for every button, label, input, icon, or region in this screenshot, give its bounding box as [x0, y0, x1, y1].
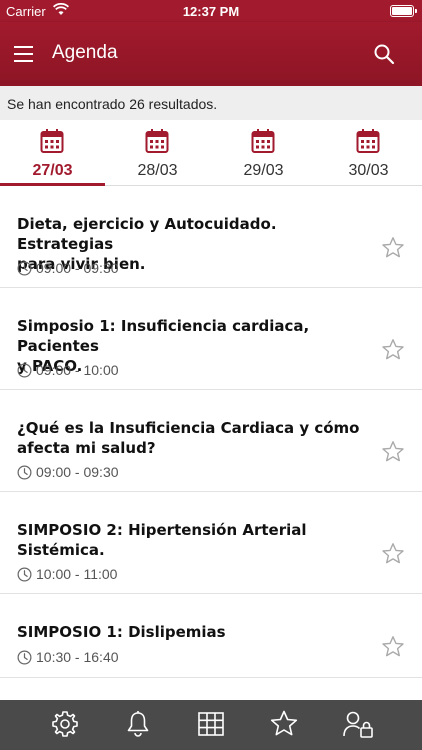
clock-icon: [17, 363, 32, 378]
tab-date-label: 28/03: [137, 162, 178, 179]
session-list: Dieta, ejercicio y Autocuidado. Estrateg…: [0, 186, 422, 700]
hamburger-menu-icon[interactable]: [12, 42, 36, 66]
status-bar: Carrier 12:37 PM: [0, 0, 422, 22]
session-item[interactable]: SIMPOSIO 1: Dislipemias 10:30 - 16:40: [0, 594, 422, 678]
session-item[interactable]: ¿Qué es la Insuficiencia Cardiaca y cómo…: [0, 390, 422, 492]
gear-icon[interactable]: [50, 709, 80, 739]
clock-icon: [17, 567, 32, 582]
tab-date-27-03[interactable]: 27/03: [0, 120, 105, 186]
calendar-icon: [145, 129, 169, 153]
session-title: SIMPOSIO 2: Hipertensión Arterial Sistémi…: [17, 521, 307, 559]
results-count: Se han encontrado 26 resultados.: [0, 86, 422, 120]
bell-icon[interactable]: [123, 709, 153, 739]
session-title: SIMPOSIO 1: Dislipemias: [17, 623, 226, 641]
session-time: 09:00 - 09:30: [17, 260, 119, 276]
favorite-star-icon[interactable]: [381, 440, 405, 464]
calendar-icon: [251, 129, 275, 153]
grid-icon[interactable]: [196, 709, 226, 739]
user-lock-icon[interactable]: [342, 709, 373, 739]
tab-date-29-03[interactable]: 29/03: [211, 120, 316, 186]
star-icon[interactable]: [269, 709, 299, 739]
clock-icon: [17, 650, 32, 665]
clock-icon: [17, 465, 32, 480]
clock-icon: [17, 261, 32, 276]
session-time: 10:00 - 11:00: [17, 566, 117, 582]
bottom-tab-bar: [0, 700, 422, 750]
session-time: 10:30 - 16:40: [17, 649, 119, 665]
session-title: ¿Qué es la Insuficiencia Cardiaca y cómo…: [17, 419, 360, 457]
session-item[interactable]: Simposio 1: Insuficiencia cardiaca, Paci…: [0, 288, 422, 390]
session-time: 09:00 - 10:00: [17, 362, 119, 378]
tab-date-label: 30/03: [348, 162, 389, 179]
clock-label: 12:37 PM: [182, 4, 240, 19]
tab-date-30-03[interactable]: 30/03: [316, 120, 421, 186]
battery-icon: [390, 5, 417, 17]
tab-date-label: 27/03: [32, 162, 73, 179]
favorite-star-icon[interactable]: [381, 338, 405, 362]
favorite-star-icon[interactable]: [381, 236, 405, 260]
favorite-star-icon[interactable]: [381, 635, 405, 659]
session-item[interactable]: Dieta, ejercicio y Autocuidado. Estrateg…: [0, 186, 422, 288]
search-icon[interactable]: [372, 42, 396, 66]
session-item[interactable]: SIMPOSIO 2: Hipertensión Arterial Sistémi…: [0, 492, 422, 594]
date-tabs: 27/03 28/03 29/03 30/03: [0, 120, 422, 186]
nav-bar: Agenda: [0, 22, 422, 86]
tab-date-28-03[interactable]: 28/03: [105, 120, 210, 186]
calendar-icon: [356, 129, 380, 153]
session-time: 09:00 - 09:30: [17, 464, 119, 480]
page-title: Agenda: [52, 42, 118, 63]
calendar-icon: [40, 129, 64, 153]
tab-date-label: 29/03: [243, 162, 284, 179]
favorite-star-icon[interactable]: [381, 542, 405, 566]
